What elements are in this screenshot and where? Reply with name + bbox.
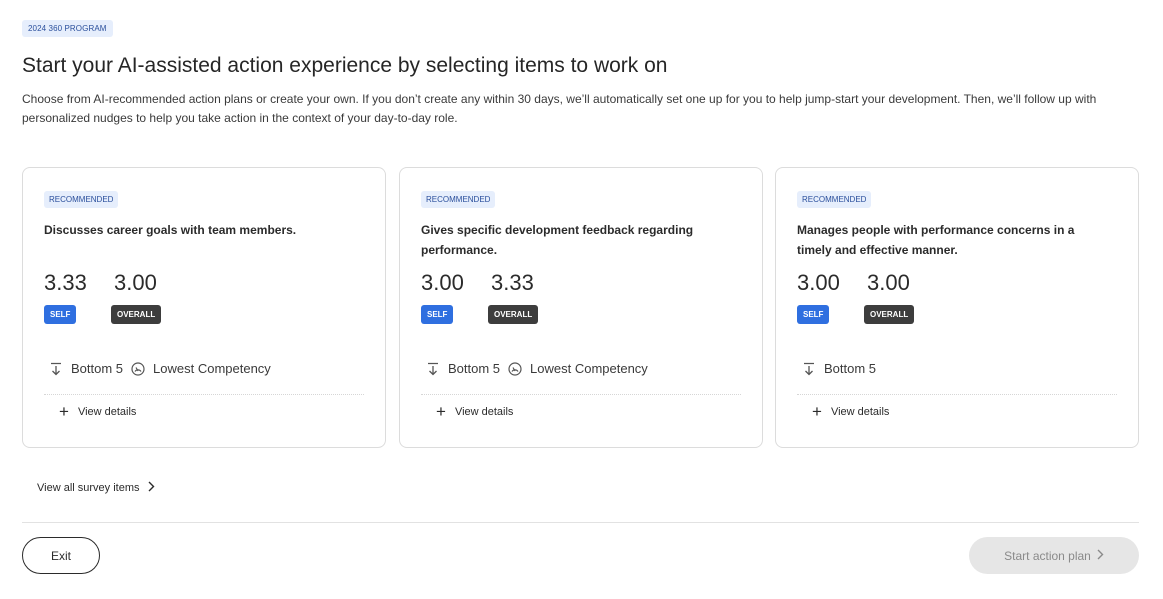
item-meta: Bottom 5 Lowest Competency bbox=[49, 361, 279, 376]
recommendation-cards: RECOMMENDED Discusses career goals with … bbox=[22, 167, 1139, 448]
start-action-plan-label: Start action plan bbox=[1004, 548, 1091, 563]
page-description: Choose from AI-recommended action plans … bbox=[22, 92, 1097, 125]
recommendation-card[interactable]: RECOMMENDED Gives specific development f… bbox=[399, 167, 763, 448]
recommendation-card[interactable]: RECOMMENDED Discusses career goals with … bbox=[22, 167, 386, 448]
self-score: 3.00 bbox=[797, 270, 840, 295]
arrow-down-bar-icon bbox=[426, 362, 440, 376]
overall-score: 3.00 bbox=[114, 270, 157, 295]
arrow-down-bar-icon bbox=[49, 362, 63, 376]
self-tag: SELF bbox=[797, 305, 830, 324]
self-tag: SELF bbox=[421, 305, 454, 324]
plus-icon: + bbox=[812, 402, 822, 421]
view-details-button[interactable]: + View details bbox=[59, 402, 137, 421]
plus-icon: + bbox=[436, 402, 446, 421]
view-all-label: View all survey items bbox=[37, 482, 140, 494]
view-details-button[interactable]: + View details bbox=[436, 402, 514, 421]
arrow-down-bar-icon bbox=[802, 362, 816, 376]
competency-label: Lowest Competency bbox=[153, 361, 271, 376]
footer-divider bbox=[22, 522, 1139, 523]
self-score: 3.00 bbox=[421, 270, 464, 295]
program-badge: 2024 360 PROGRAM bbox=[22, 20, 113, 37]
view-details-button[interactable]: + View details bbox=[812, 402, 890, 421]
item-title: Gives specific development feedback rega… bbox=[421, 223, 694, 257]
exit-button[interactable]: Exit bbox=[22, 537, 100, 574]
view-details-label: View details bbox=[454, 406, 514, 418]
recommendation-card[interactable]: RECOMMENDED Manages people with performa… bbox=[775, 167, 1139, 448]
overall-tag: OVERALL bbox=[111, 305, 162, 324]
divider bbox=[44, 394, 364, 395]
overall-tag: OVERALL bbox=[488, 305, 539, 324]
chevron-right-icon bbox=[1097, 549, 1104, 563]
overall-tag: OVERALL bbox=[864, 305, 915, 324]
bottom-label: Bottom 5 bbox=[448, 361, 501, 376]
view-details-label: View details bbox=[830, 406, 890, 418]
overall-score: 3.00 bbox=[867, 270, 910, 295]
item-meta: Bottom 5 bbox=[802, 361, 884, 376]
page-title: Start your AI-assisted action experience… bbox=[22, 54, 668, 77]
overall-score: 3.33 bbox=[491, 270, 534, 295]
gauge-icon bbox=[508, 361, 522, 376]
plus-icon: + bbox=[59, 402, 69, 421]
view-details-label: View details bbox=[77, 406, 137, 418]
self-score: 3.33 bbox=[44, 270, 87, 295]
view-all-survey-items-link[interactable]: View all survey items bbox=[37, 481, 155, 495]
recommended-badge: RECOMMENDED bbox=[421, 191, 496, 208]
bottom-label: Bottom 5 bbox=[824, 361, 877, 376]
divider bbox=[797, 394, 1117, 395]
self-tag: SELF bbox=[44, 305, 77, 324]
item-title: Discusses career goals with team members… bbox=[44, 223, 297, 237]
divider bbox=[421, 394, 741, 395]
item-meta: Bottom 5 Lowest Competency bbox=[426, 361, 656, 376]
item-title: Manages people with performance concerns… bbox=[797, 223, 1075, 257]
recommended-badge: RECOMMENDED bbox=[44, 191, 119, 208]
chevron-right-icon bbox=[148, 481, 155, 495]
competency-label: Lowest Competency bbox=[530, 361, 648, 376]
recommended-badge: RECOMMENDED bbox=[797, 191, 872, 208]
gauge-icon bbox=[131, 361, 145, 376]
bottom-label: Bottom 5 bbox=[71, 361, 124, 376]
start-action-plan-button[interactable]: Start action plan bbox=[969, 537, 1139, 574]
